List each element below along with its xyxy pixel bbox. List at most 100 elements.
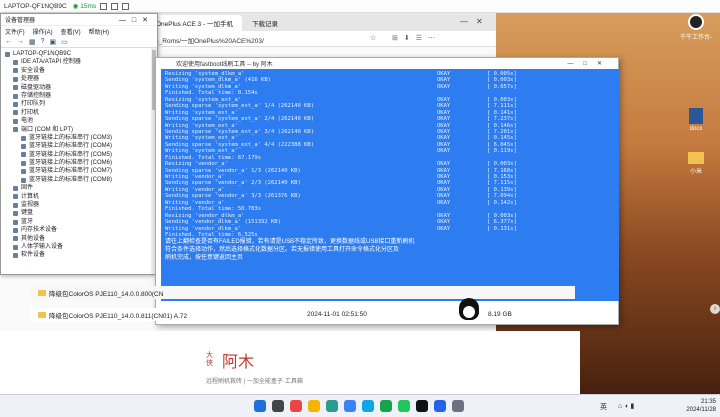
device-tree-label: IDE ATA/ATAPI 控制器 <box>21 59 81 66</box>
device-tree-node[interactable]: IDE ATA/ATAPI 控制器 <box>1 58 157 66</box>
chrome-icon[interactable] <box>290 400 302 412</box>
device-tree-node[interactable]: 监视器 <box>1 201 157 209</box>
console-line-text: Sending 'system_dlkm_a' (416 KB) <box>165 77 271 84</box>
taskbar: 英 ⌂ ◖ ▮ 21:35 2024/11/28 <box>0 394 720 417</box>
window-controls[interactable]: —□✕ <box>567 60 612 67</box>
device-tree-node[interactable]: 磁盘驱动器 <box>1 84 157 92</box>
device-tree-label: 电池 <box>21 118 34 125</box>
device-tree-node[interactable]: 内存技术设备 <box>1 226 157 234</box>
device-category-icon <box>13 185 18 191</box>
device-tree-node[interactable]: 电池 <box>1 117 157 125</box>
file-name[interactable]: 降级包ColorOS PJE110_14.0.0.811(CN01) A.72 <box>49 310 187 320</box>
device-tree-node[interactable]: 蓝牙链接上的标准串行 (COM8) <box>1 176 157 184</box>
app-icon[interactable] <box>326 400 338 412</box>
tab-oneplus[interactable]: OnePlus ACE 3 - 一加手机 <box>150 15 242 31</box>
device-category-icon <box>13 202 18 208</box>
device-tree-node[interactable]: 计算机 <box>1 193 157 201</box>
device-category-icon <box>13 68 18 74</box>
window-controls[interactable]: —□✕ <box>119 16 154 24</box>
file-date: 2024-11-01 02:51:50 <box>307 311 367 318</box>
app-icon[interactable] <box>362 400 374 412</box>
device-category-icon <box>13 236 18 242</box>
device-tree-node[interactable]: 打印队列 <box>1 100 157 108</box>
device-category-icon <box>13 93 18 99</box>
scroll-right-icon[interactable]: › <box>710 304 720 314</box>
console-line-text: Writing 'system_ext_a' <box>165 135 238 142</box>
file-row[interactable]: 降级包ColorOS PJE110_14.0.0.800(CN <box>30 286 575 299</box>
app-icon[interactable] <box>380 400 392 412</box>
desktop-icon-folder[interactable]: 小米 <box>678 152 714 175</box>
word-document-icon <box>689 108 703 124</box>
device-tree-node[interactable]: 蓝牙链接上的标准串行 (COM7) <box>1 167 157 175</box>
device-tree-label: 端口 (COM 和 LPT) <box>21 126 73 133</box>
device-tree-node[interactable]: 打印机 <box>1 109 157 117</box>
device-tree-label: 软件设备 <box>21 252 46 259</box>
tray-icons[interactable]: ⌂ ◖ ▮ <box>618 402 634 410</box>
device-tree-node[interactable]: 存储控制器 <box>1 92 157 100</box>
device-tree-node[interactable]: LAPTOP-QF1NQB9C <box>1 50 157 58</box>
forward-icon[interactable]: → <box>17 38 24 45</box>
app-icon[interactable] <box>452 400 464 412</box>
desktop-icon-docx[interactable]: docx <box>678 108 714 132</box>
device-tree-node[interactable]: 蓝牙链接上的标准串行 (COM4) <box>1 142 157 150</box>
console-line-text: Sending sparse 'vendor_a' 2/3 (262140 KB… <box>165 180 301 187</box>
device-tree-node[interactable]: 软件设备 <box>1 251 157 259</box>
tab-downloads[interactable]: 下载记录 <box>246 15 336 31</box>
file-row[interactable]: 降级包ColorOS PJE110_14.0.0.811(CN01) A.72 … <box>30 308 575 321</box>
file-name[interactable]: 降级包ColorOS PJE110_14.0.0.800(CN <box>49 288 163 298</box>
device-manager-title: 设备管理器 <box>5 18 36 24</box>
help-icon[interactable]: ? <box>41 38 45 45</box>
console-line-text: Finished. Total time: 67.179s <box>165 154 262 161</box>
minimize-icon[interactable]: — <box>460 17 468 26</box>
close-icon[interactable]: ✕ <box>476 17 483 26</box>
qq-taskbar-icon[interactable] <box>416 400 428 412</box>
device-tree-node[interactable]: 安全设备 <box>1 67 157 75</box>
properties-icon[interactable]: ▦ <box>29 38 36 46</box>
device-tree-node[interactable]: 人体学输入设备 <box>1 243 157 251</box>
device-tree-node[interactable]: 蓝牙链接上的标准串行 (COM6) <box>1 159 157 167</box>
url-text[interactable]: tus_Roms/一加OnePlus%20ACE%203/ <box>150 35 264 45</box>
qq-penguin-icon[interactable] <box>459 298 479 320</box>
fullscreen-icon[interactable] <box>111 2 119 10</box>
menu-view[interactable]: 查看(V) <box>61 27 81 36</box>
device-tree-node[interactable]: 蓝牙 <box>1 218 157 226</box>
device-tree-node[interactable]: 键盘 <box>1 209 157 217</box>
scan-icon[interactable]: ▣ <box>50 38 57 46</box>
signal-indicator: ◉ 15ms <box>72 3 97 10</box>
ime-indicator[interactable]: 英 <box>600 402 607 412</box>
device-tree-node[interactable]: 固件 <box>1 184 157 192</box>
device-tree-label: 人体学输入设备 <box>21 243 64 250</box>
star-icon[interactable]: ☆ <box>370 34 376 42</box>
device-category-icon <box>13 219 18 225</box>
menu-action[interactable]: 操作(A) <box>33 27 53 36</box>
device-tree-node[interactable]: 其他设备 <box>1 235 157 243</box>
settings-icon[interactable] <box>122 2 130 10</box>
menu-file[interactable]: 文件(F) <box>5 27 25 36</box>
device-tree-node[interactable]: 处理器 <box>1 75 157 83</box>
device-tree-node[interactable]: 端口 (COM 和 LPT) <box>1 126 157 134</box>
device-category-icon <box>13 211 18 217</box>
menu-help[interactable]: 帮助(H) <box>89 27 109 36</box>
device-tree-node[interactable]: 蓝牙链接上的标准串行 (COM3) <box>1 134 157 142</box>
edge-icon[interactable] <box>344 400 356 412</box>
browser-toolbar-icons[interactable]: ⊞⬇☰⋯ <box>392 34 441 42</box>
desktop-icon-qianniu[interactable]: 千牛工作台- <box>676 14 716 41</box>
console-line-text: Writing 'system_ext_a' <box>165 148 238 155</box>
device-category-icon <box>13 118 18 124</box>
keyboard-icon[interactable] <box>100 2 108 10</box>
logo-main-text: 阿木 <box>222 354 255 371</box>
device-category-icon <box>13 110 18 116</box>
back-icon[interactable]: ← <box>5 38 12 45</box>
folder-icon <box>38 289 46 296</box>
device-tree-label: 计算机 <box>21 193 40 200</box>
clock[interactable]: 21:35 2024/11/28 <box>686 398 716 414</box>
app-icon[interactable] <box>434 400 446 412</box>
device-tree-node[interactable]: 蓝牙链接上的标准串行 (COM5) <box>1 151 157 159</box>
monitor-icon[interactable]: ▭ <box>61 38 68 46</box>
device-tree-label: 蓝牙 <box>21 218 34 225</box>
app-icon[interactable] <box>398 400 410 412</box>
start-icon[interactable] <box>254 400 266 412</box>
folder-taskbar-icon[interactable] <box>308 400 320 412</box>
device-tree-label: 打印队列 <box>21 101 46 108</box>
task-view-icon[interactable] <box>272 400 284 412</box>
